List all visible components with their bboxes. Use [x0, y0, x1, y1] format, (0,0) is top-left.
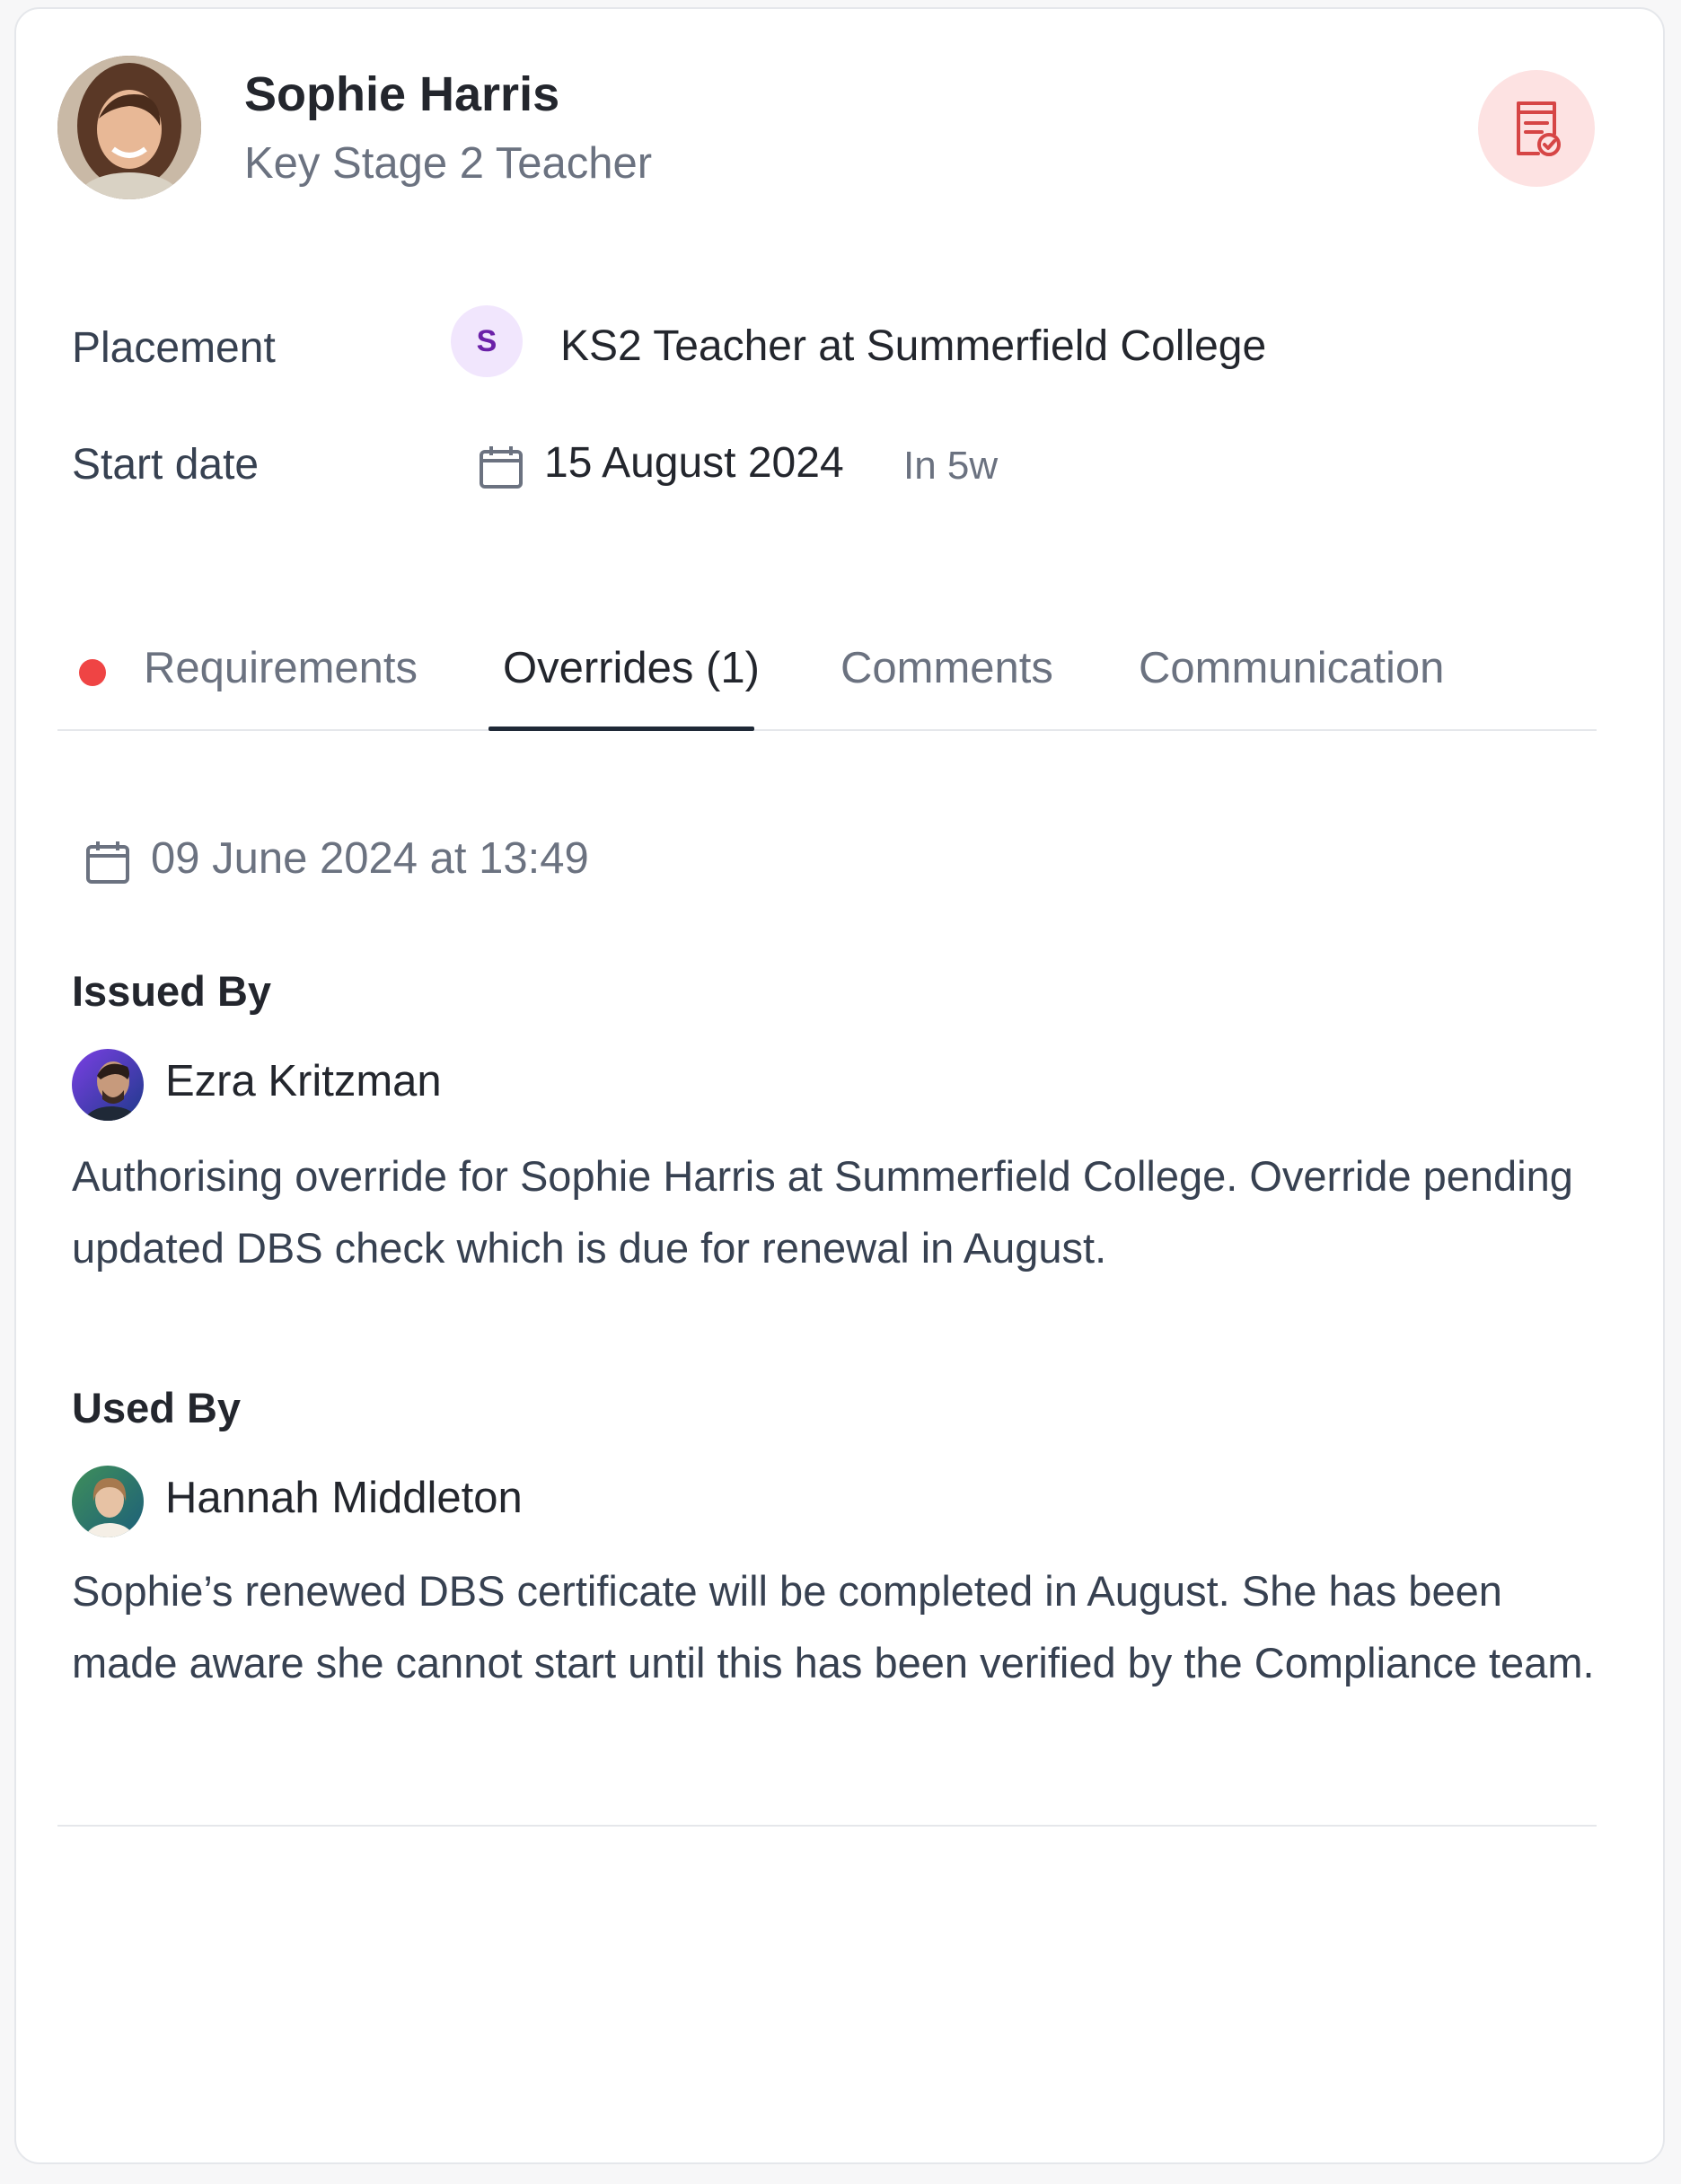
- start-date-label: Start date: [72, 441, 260, 489]
- override-timestamp: 09 June 2024 at 13:49: [151, 834, 589, 883]
- profile-role: Key Stage 2 Teacher: [244, 139, 653, 188]
- start-date-value: 15 August 2024: [544, 439, 844, 487]
- tab-requirements[interactable]: Requirements: [144, 643, 418, 693]
- issuer-avatar: [72, 1049, 144, 1121]
- user-name: Hannah Middleton: [165, 1474, 523, 1522]
- placement-badge: S: [451, 305, 523, 377]
- user-avatar: [72, 1466, 144, 1537]
- issued-by-heading: Issued By: [72, 967, 272, 1015]
- tabs-divider: [57, 729, 1597, 731]
- tab-overrides[interactable]: Overrides (1): [503, 643, 760, 693]
- section-divider: [57, 1825, 1597, 1827]
- requirements-alert-dot: [79, 659, 106, 686]
- used-by-heading: Used By: [72, 1384, 242, 1431]
- tab-comments[interactable]: Comments: [840, 643, 1053, 693]
- certificate-check-icon: [1517, 101, 1561, 156]
- placement-label: Placement: [72, 324, 276, 372]
- certificate-action-button[interactable]: [1478, 70, 1595, 187]
- issuer-name: Ezra Kritzman: [165, 1057, 442, 1105]
- user-note: Sophie’s renewed DBS certificate will be…: [72, 1567, 1595, 1686]
- start-date-relative: In 5w: [903, 444, 999, 488]
- calendar-icon: [478, 444, 524, 495]
- profile-name: Sophie Harris: [244, 67, 560, 121]
- placement-value[interactable]: KS2 Teacher at Summerfield College: [560, 321, 1266, 371]
- calendar-icon: [84, 839, 131, 890]
- profile-avatar: [57, 56, 201, 199]
- issuer-note: Authorising override for Sophie Harris a…: [72, 1152, 1573, 1272]
- active-tab-indicator: [488, 727, 754, 731]
- tab-communication[interactable]: Communication: [1139, 643, 1444, 693]
